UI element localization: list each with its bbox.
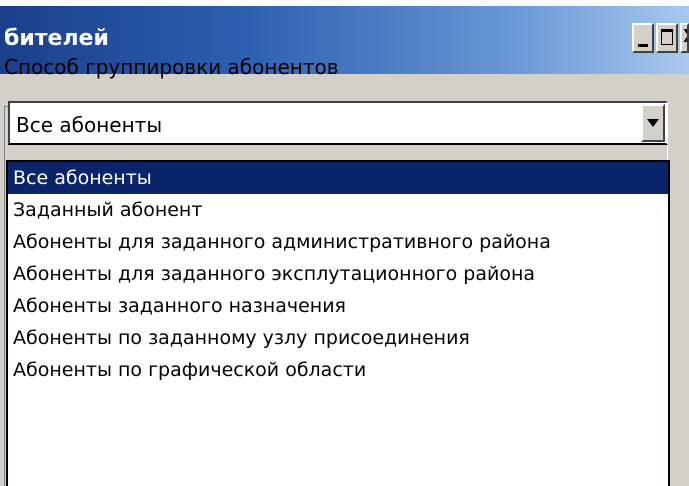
dropdown-option[interactable]: Заданный абонент <box>8 194 668 226</box>
grouping-method-dropdown-list[interactable]: Все абоненты Заданный абонент Абоненты д… <box>6 160 670 486</box>
grouping-method-combobox[interactable]: Все абоненты <box>8 101 668 145</box>
combobox-dropdown-button[interactable] <box>641 104 665 142</box>
close-icon: X <box>683 26 687 47</box>
dropdown-option[interactable]: Абоненты по заданному узлу присоединения <box>8 322 668 354</box>
minimize-button[interactable] <box>632 23 654 53</box>
maximize-icon <box>661 29 673 45</box>
chevron-down-icon <box>647 119 659 127</box>
combobox-value: Все абоненты <box>16 113 163 137</box>
maximize-button[interactable] <box>656 23 678 53</box>
dropdown-option[interactable]: Абоненты заданного назначения <box>8 290 668 322</box>
window-title: бителей <box>4 26 109 51</box>
dropdown-option[interactable]: Абоненты для заданного эксплутационного … <box>8 258 668 290</box>
dropdown-option[interactable]: Абоненты по графической области <box>8 354 668 386</box>
dropdown-option[interactable]: Абоненты для заданного административного… <box>8 226 668 258</box>
grouping-method-label: Способ группировки абонентов <box>4 55 339 79</box>
minimize-icon <box>638 44 648 47</box>
close-button[interactable]: X <box>680 23 689 53</box>
dropdown-option[interactable]: Все абоненты <box>8 162 668 194</box>
dialog-window: бителей X Способ группировки абонентов В… <box>0 0 689 486</box>
